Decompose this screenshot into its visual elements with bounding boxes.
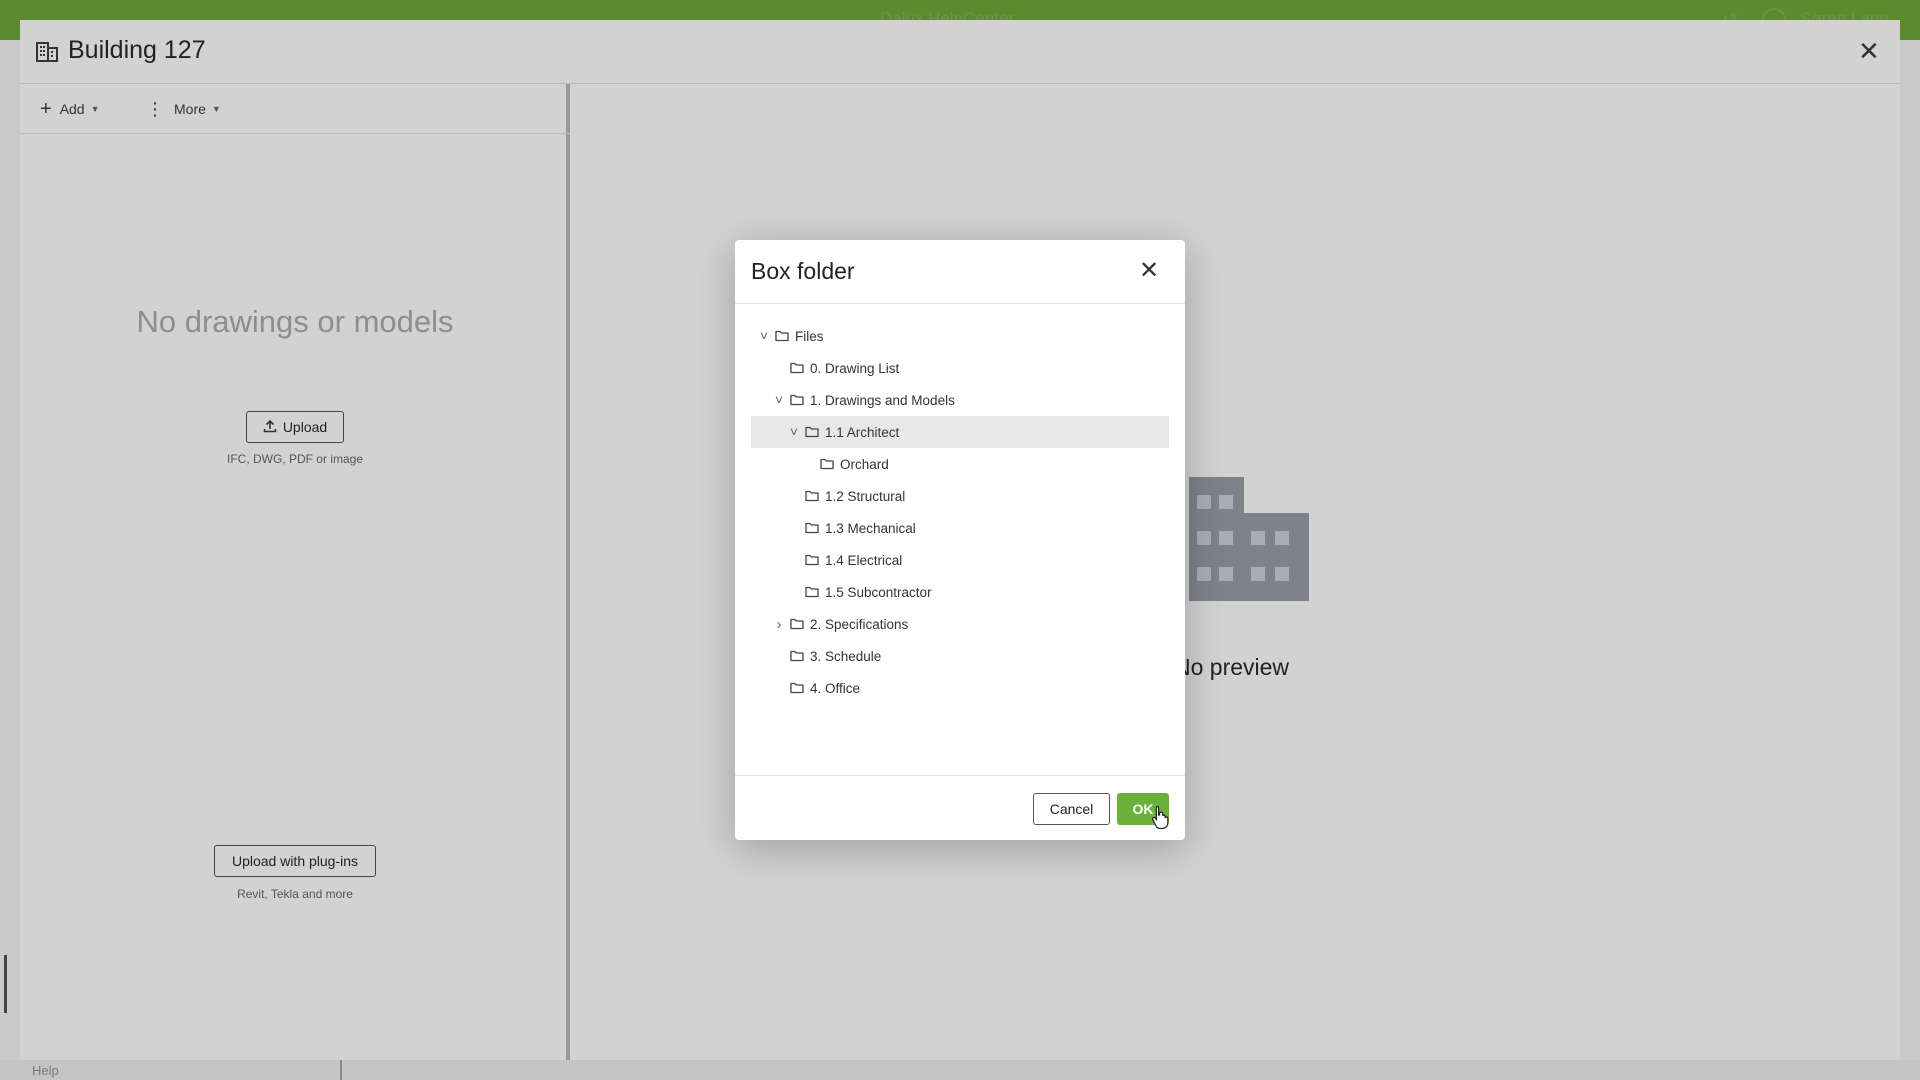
folder-label: 1. Drawings and Models (810, 392, 955, 408)
panel-title: Building 127 (68, 36, 206, 64)
folder-row[interactable]: 0. Drawing List (751, 352, 1169, 384)
upload-label: Upload (282, 419, 328, 435)
plugins-hint: Revit, Tekla and more (237, 887, 353, 901)
folder-row[interactable]: 1.2 Structural (751, 480, 1169, 512)
drawings-toolbar: + Add ▼ ⋮ More ▼ (20, 84, 570, 134)
hand-cursor-icon (1151, 805, 1169, 834)
folder-label: 2. Specifications (810, 616, 909, 632)
folder-row[interactable]: 1.4 Electrical (751, 544, 1169, 576)
folder-row[interactable]: 1.5 Subcontractor (751, 576, 1169, 608)
add-button[interactable]: + Add ▼ (40, 98, 100, 120)
dialog-title: Box folder (751, 258, 855, 284)
folder-icon (805, 490, 819, 502)
caret-down-icon: ▼ (90, 104, 100, 114)
folder-row[interactable]: › 2. Specifications (751, 608, 1169, 640)
bottom-divider (340, 1060, 342, 1080)
cancel-button[interactable]: Cancel (1033, 793, 1110, 825)
folder-label: 3. Schedule (810, 648, 882, 664)
sidebar-edge (4, 955, 7, 1013)
folder-icon (790, 362, 804, 374)
add-label: Add (59, 101, 85, 117)
folder-icon (805, 586, 819, 598)
upload-icon (263, 419, 277, 436)
folder-icon (790, 650, 804, 662)
plus-icon: + (40, 97, 52, 120)
chevron-down-icon[interactable]: ˄ (772, 392, 786, 408)
upload-plugins-button[interactable]: Upload with plug-ins (214, 845, 376, 877)
folder-row[interactable]: ˄ 1. Drawings and Models (751, 384, 1169, 416)
caret-down-icon: ▼ (211, 104, 221, 114)
folder-row[interactable]: 3. Schedule (751, 640, 1169, 672)
chevron-down-icon[interactable]: ˄ (757, 328, 771, 344)
folder-icon (790, 618, 804, 630)
folder-icon (820, 458, 834, 470)
folder-icon (805, 426, 819, 438)
dialog-footer: Cancel OK (735, 775, 1185, 840)
folder-row[interactable]: 1.3 Mechanical (751, 512, 1169, 544)
more-button[interactable]: ⋮ More ▼ (146, 98, 221, 120)
folder-label: 1.2 Structural (825, 488, 906, 504)
folder-icon (805, 554, 819, 566)
empty-state-title: No drawings or models (136, 304, 454, 339)
building-icon (36, 42, 58, 67)
folder-label: 4. Office (810, 680, 861, 696)
folder-label: Orchard (840, 456, 889, 472)
folder-row[interactable]: Orchard (751, 448, 1169, 480)
folder-label: 1.4 Electrical (825, 552, 903, 568)
no-preview-label: No preview (1174, 654, 1290, 680)
app-bottom-bar: Help (0, 1060, 1920, 1080)
building-placeholder-icon (1189, 477, 1309, 606)
panel-header: Building 127 ✕ (20, 20, 1900, 84)
folder-icon (775, 330, 789, 342)
upload-button[interactable]: Upload (246, 411, 344, 443)
drawings-pane: + Add ▼ ⋮ More ▼ No drawings or models U… (20, 84, 570, 1060)
dialog-header: Box folder ✕ (735, 240, 1185, 304)
folder-icon (805, 522, 819, 534)
folder-label: 0. Drawing List (810, 360, 900, 376)
folder-tree: ˄ Files 0. Drawing List ˄ 1. Drawings and Mo… (751, 320, 1169, 704)
close-panel-icon[interactable]: ✕ (1858, 36, 1880, 67)
more-vertical-icon: ⋮ (146, 98, 164, 119)
folder-row[interactable]: ˄ 1.1 Architect (751, 416, 1169, 448)
folder-label: Files (795, 328, 824, 344)
close-dialog-icon[interactable]: ✕ (1139, 256, 1159, 285)
folder-label: 1.5 Subcontractor (825, 584, 932, 600)
folder-row[interactable]: 4. Office (751, 672, 1169, 704)
folder-icon (790, 682, 804, 694)
folder-label: 1.1 Architect (825, 424, 900, 440)
more-label: More (174, 101, 206, 117)
folder-row[interactable]: ˄ Files (751, 320, 1169, 352)
chevron-right-icon[interactable]: › (772, 616, 786, 633)
upload-hint: IFC, DWG, PDF or image (226, 452, 363, 466)
box-folder-dialog: Box folder ✕ ˄ Files 0. Drawing List ˄ 1. Dr… (735, 240, 1185, 840)
chevron-down-icon[interactable]: ˄ (787, 424, 801, 440)
folder-label: 1.3 Mechanical (825, 520, 916, 536)
help-link[interactable]: Help (32, 1063, 59, 1078)
folder-icon (790, 394, 804, 406)
